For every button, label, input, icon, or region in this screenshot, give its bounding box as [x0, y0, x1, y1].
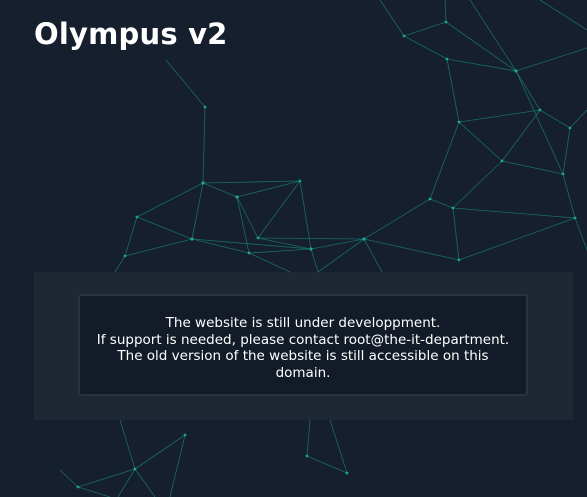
- notice-line-development: The website is still under developpment.: [165, 315, 441, 331]
- network-background: [59, 0, 587, 497]
- notice-line-old-version: The old version of the website is still …: [117, 348, 489, 381]
- site-title: Olympus v2: [34, 17, 228, 51]
- notice-box: The website is still under developpment.…: [78, 294, 528, 396]
- content-panel: The website is still under developpment.…: [34, 272, 573, 420]
- notice-line-support-contact: If support is needed, please contact roo…: [96, 331, 510, 348]
